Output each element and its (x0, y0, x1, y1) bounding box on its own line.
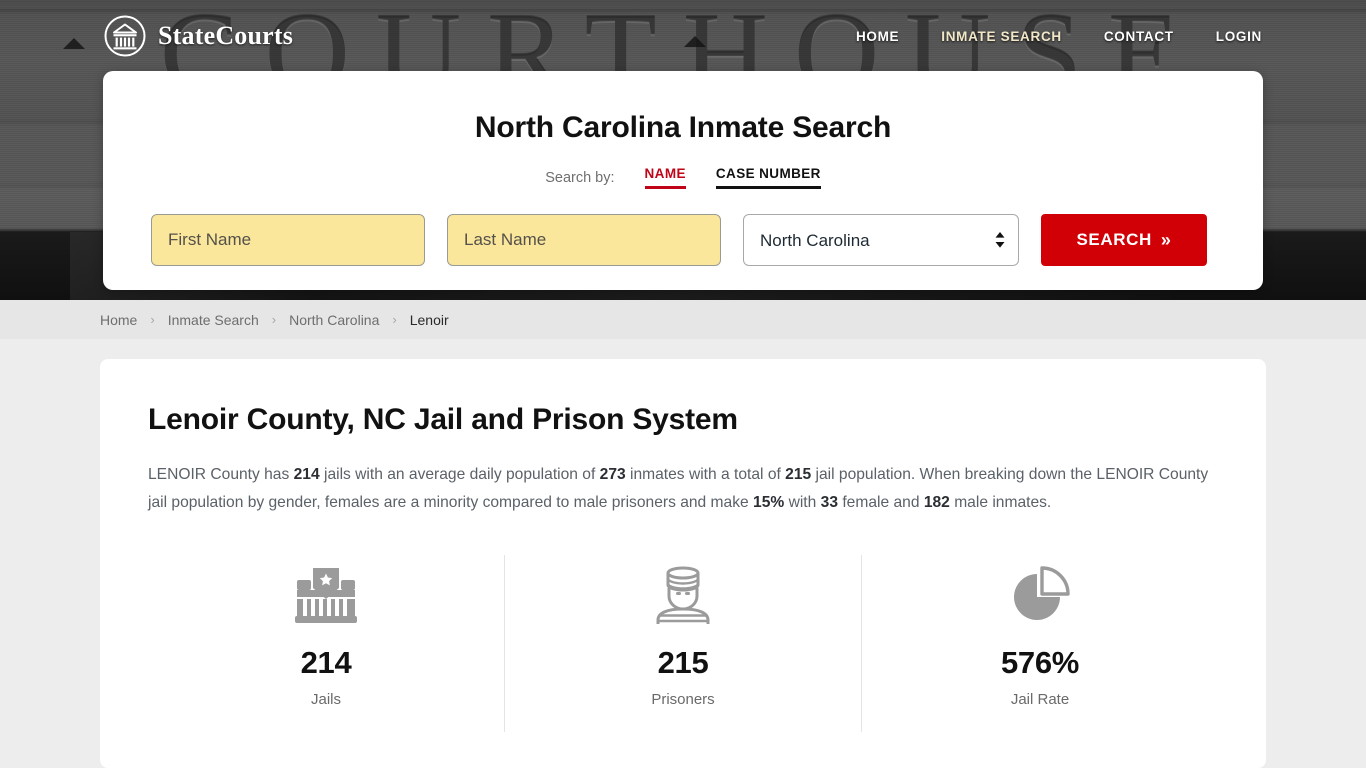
search-by-row: Search by: NAME CASE NUMBER (103, 166, 1263, 189)
first-name-input[interactable] (151, 214, 425, 266)
search-by-label: Search by: (545, 170, 614, 189)
nav-item-login[interactable]: LOGIN (1216, 29, 1262, 44)
stat-label-prisoners: Prisoners (505, 691, 861, 708)
breadcrumb-item-inmate-search[interactable]: Inmate Search (168, 312, 259, 328)
content-area: Lenoir County, NC Jail and Prison System… (0, 339, 1366, 768)
tab-search-by-name[interactable]: NAME (645, 166, 686, 189)
breadcrumb-separator-icon: › (272, 312, 276, 327)
intro-text: LENOIR County has (148, 466, 294, 483)
intro-text: female and (838, 494, 924, 511)
search-card-title: North Carolina Inmate Search (103, 111, 1263, 145)
last-name-input[interactable] (447, 214, 721, 266)
stat-card-jails: 214 Jails (148, 555, 504, 732)
intro-text: inmates with a total of (626, 466, 785, 483)
breadcrumb-separator-icon: › (392, 312, 396, 327)
stat-card-jail-rate: 576% Jail Rate (861, 555, 1218, 732)
search-button-label: SEARCH (1076, 230, 1151, 250)
state-select-wrapper: North Carolina (743, 214, 1019, 266)
tab-search-by-case-number[interactable]: CASE NUMBER (716, 166, 821, 189)
intro-text: with (784, 494, 820, 511)
stat-female-pct-inline: 15% (753, 494, 784, 511)
double-chevron-right-icon: » (1161, 231, 1172, 249)
intro-text: jails with an average daily population o… (320, 466, 600, 483)
stat-female-count-inline: 33 (821, 494, 838, 511)
stat-value-jails: 214 (148, 645, 504, 681)
breadcrumb: Home › Inmate Search › North Carolina › … (0, 300, 1366, 339)
hero-header: COURTHOUSE StateCourts HO (0, 0, 1366, 300)
brand-logo-link[interactable]: StateCourts (104, 15, 293, 57)
breadcrumb-item-home[interactable]: Home (100, 312, 137, 328)
county-overview-card: Lenoir County, NC Jail and Prison System… (100, 359, 1266, 768)
nav-item-contact[interactable]: CONTACT (1104, 29, 1174, 44)
state-select[interactable]: North Carolina (743, 214, 1019, 266)
search-submit-button[interactable]: SEARCH » (1041, 214, 1207, 266)
nav-item-inmate-search[interactable]: INMATE SEARCH (941, 29, 1062, 44)
search-form: North Carolina SEARCH » (103, 214, 1263, 266)
inmate-search-card: North Carolina Inmate Search Search by: … (103, 71, 1263, 290)
brand-name: StateCourts (158, 21, 293, 51)
page-title: Lenoir County, NC Jail and Prison System (148, 403, 1218, 437)
breadcrumb-item-north-carolina[interactable]: North Carolina (289, 312, 379, 328)
stat-value-jail-rate: 576% (862, 645, 1218, 681)
pie-chart-icon (862, 565, 1218, 627)
top-navigation-bar: StateCourts HOME INMATE SEARCH CONTACT L… (0, 0, 1366, 72)
intro-text: male inmates. (950, 494, 1051, 511)
breadcrumb-item-lenoir: Lenoir (410, 312, 449, 328)
county-summary-paragraph: LENOIR County has 214 jails with an aver… (148, 461, 1216, 517)
stat-adp-inline: 273 (600, 466, 626, 483)
nav-item-home[interactable]: HOME (856, 29, 899, 44)
courthouse-pillars-icon (104, 15, 146, 57)
stat-male-count-inline: 182 (924, 494, 950, 511)
main-nav: HOME INMATE SEARCH CONTACT LOGIN (856, 29, 1262, 44)
stat-label-jail-rate: Jail Rate (862, 691, 1218, 708)
jail-building-icon (148, 565, 504, 627)
stat-label-jails: Jails (148, 691, 504, 708)
stat-card-prisoners: 215 Prisoners (504, 555, 861, 732)
breadcrumb-separator-icon: › (150, 312, 154, 327)
stat-jails-inline: 214 (294, 466, 320, 483)
prisoner-icon (505, 565, 861, 627)
stats-row: 214 Jails (148, 555, 1218, 732)
stat-total-inline: 215 (785, 466, 811, 483)
stat-value-prisoners: 215 (505, 645, 861, 681)
